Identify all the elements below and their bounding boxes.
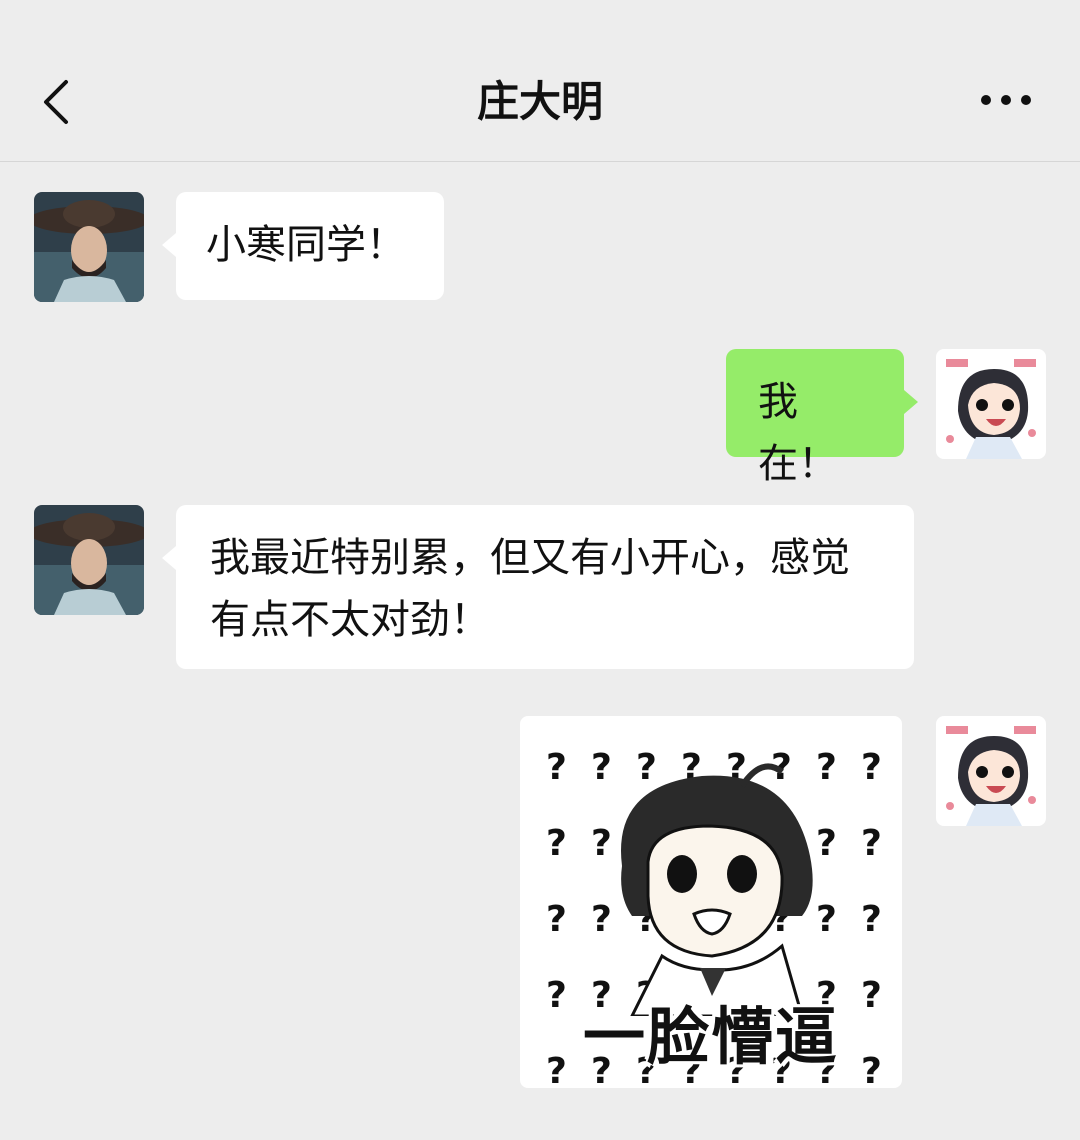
message-bubble-received[interactable]: 我最近特别累，但又有小开心，感觉有点不太对劲！ (176, 505, 914, 669)
contact-avatar[interactable] (34, 192, 144, 302)
message-text: 我最近特别累，但又有小开心，感觉有点不太对劲！ (210, 535, 850, 643)
my-avatar[interactable] (936, 349, 1046, 459)
confused-face-sticker-art (621, 763, 813, 1016)
question-mark: ? (861, 747, 882, 788)
question-mark: ? (546, 823, 567, 864)
chat-header: 庄大明 (0, 0, 1080, 162)
question-mark: ? (546, 899, 567, 940)
more-dots-icon (981, 95, 1031, 105)
contact-avatar[interactable] (34, 505, 144, 615)
message-text: 小寒同学！ (206, 222, 406, 268)
question-mark: ? (861, 823, 882, 864)
more-button[interactable] (978, 90, 1034, 110)
question-mark: ? (546, 747, 567, 788)
bubble-tail (162, 233, 176, 257)
question-mark: ? (861, 899, 882, 940)
bubble-tail (904, 390, 918, 414)
chat-title: 庄大明 (476, 77, 603, 126)
message-bubble-received[interactable]: 小寒同学！ (176, 192, 444, 300)
bubble-tail (162, 546, 176, 570)
my-avatar[interactable] (936, 716, 1046, 826)
message-bubble-sent[interactable]: 我在！ (726, 349, 904, 487)
sticker-message[interactable]: ????????????????????????????????????????… (520, 716, 902, 1088)
message-text: 我在！ (758, 379, 838, 487)
sticker-caption: 一脸懵逼 (582, 1000, 839, 1073)
